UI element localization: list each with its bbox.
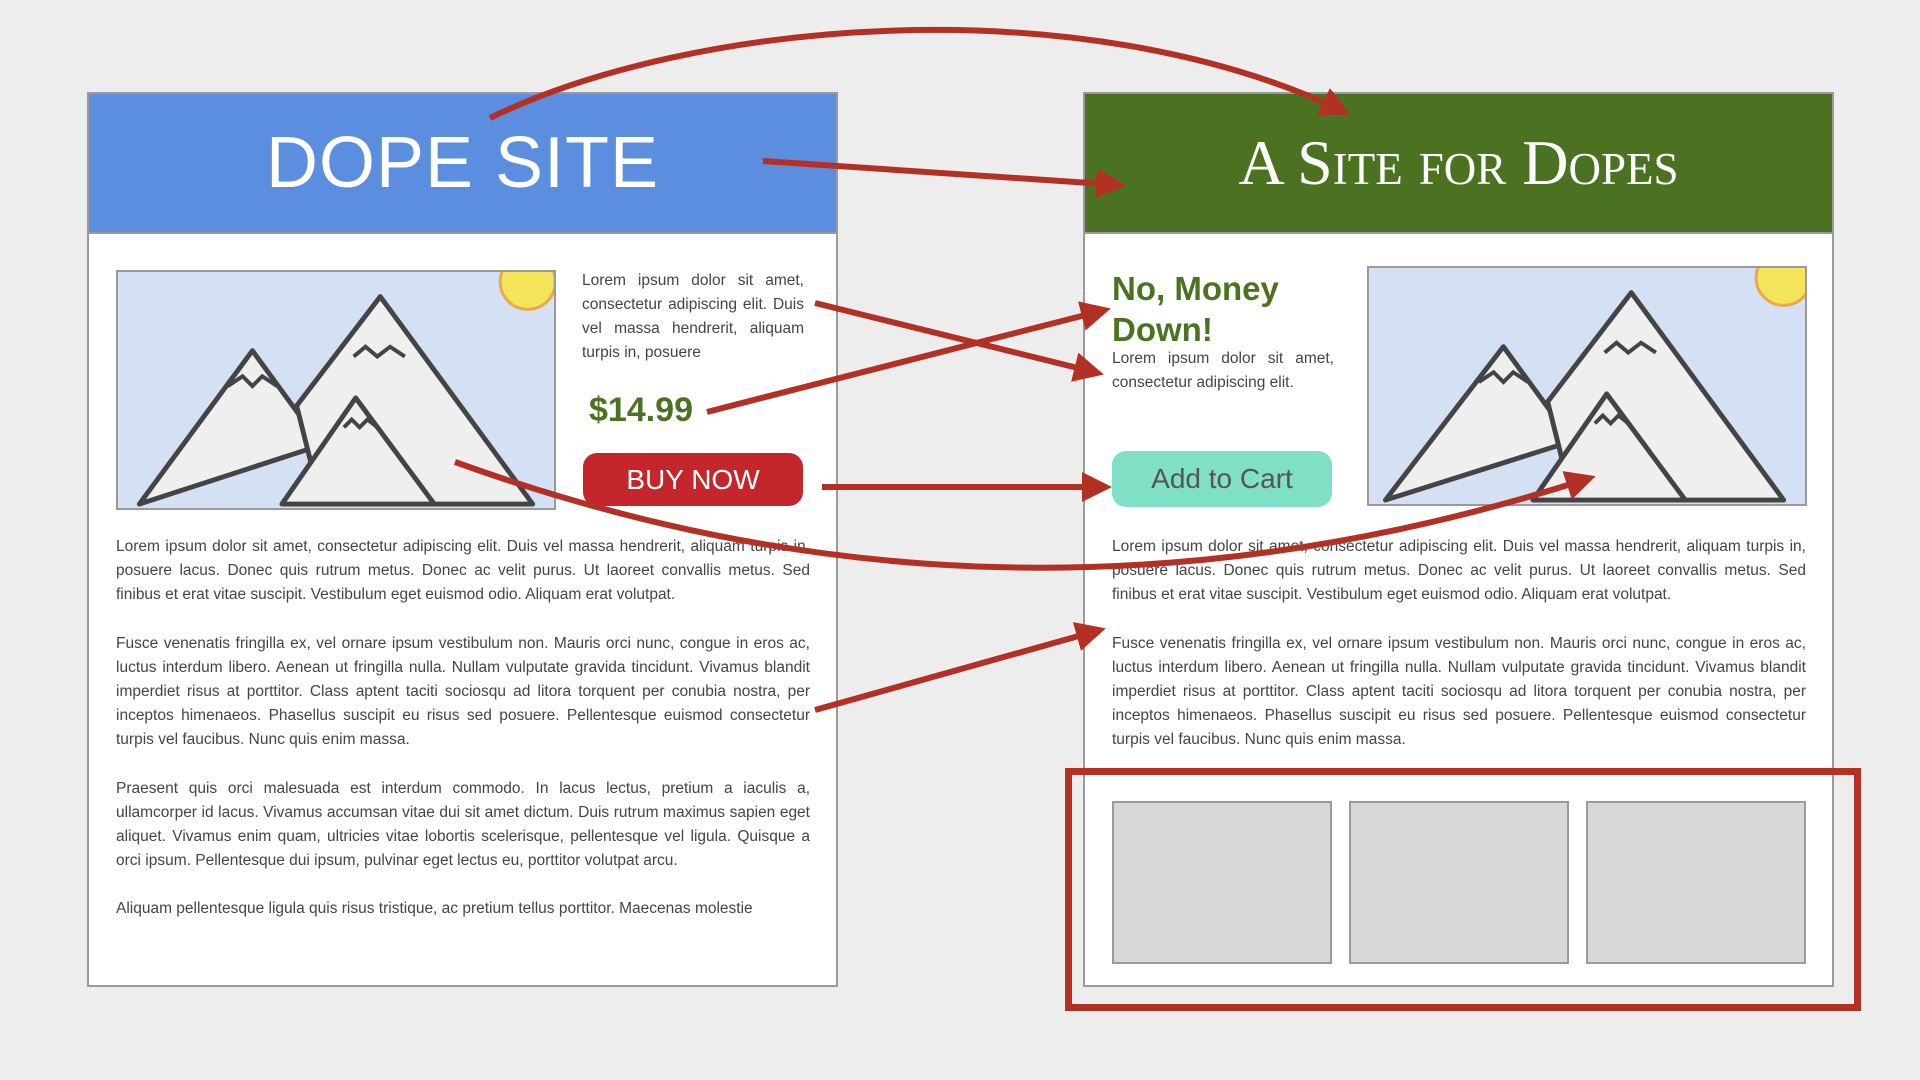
left-header: DOPE SITE [89,94,836,234]
left-mountain-image-icon [116,270,556,510]
add-to-cart-button[interactable]: Add to Cart [1112,451,1332,507]
mountain-image-icon [136,272,554,507]
right-intro-text: Lorem ipsum dolor sit amet, consectetur … [1112,350,1334,391]
left-intro-text: Lorem ipsum dolor sit amet, consectetur … [582,272,804,361]
mountain-image-icon [1382,268,1805,503]
left-site-title: DOPE SITE [265,123,660,203]
left-paragraph-3: Praesent quis orci malesuada est interdu… [116,779,810,870]
left-mockup: DOPE SITE Lorem ipsum dolor sit amet, co… [87,92,838,987]
sun-icon [498,272,554,311]
left-body-text: Lorem ipsum dolor sit amet, consectetur … [116,535,810,946]
right-paragraph-1: Lorem ipsum dolor sit amet, consectetur … [1112,538,1806,604]
left-paragraph-2: Fusce venenatis fringilla ex, vel ornare… [116,634,810,749]
price-label: $14.99 [589,391,693,429]
arrow-intro-text [814,300,1104,382]
buy-now-button[interactable]: BUY NOW [583,453,803,506]
sun-icon [1754,268,1805,307]
left-paragraph-1: Lorem ipsum dolor sit amet, consectetur … [116,538,810,604]
right-mountain-image-icon [1367,266,1807,506]
headline: No, Money Down! [1112,270,1279,348]
right-header: A Site for Dopes [1085,94,1832,234]
arrow-body-text [814,622,1106,713]
new-section-highlight [1065,768,1861,1011]
left-paragraph-4: Aliquam pellentesque ligula quis risus t… [116,900,753,918]
right-paragraph-2: Fusce venenatis fringilla ex, vel ornare… [1112,634,1806,749]
right-site-title: A Site for Dopes [1238,127,1679,198]
